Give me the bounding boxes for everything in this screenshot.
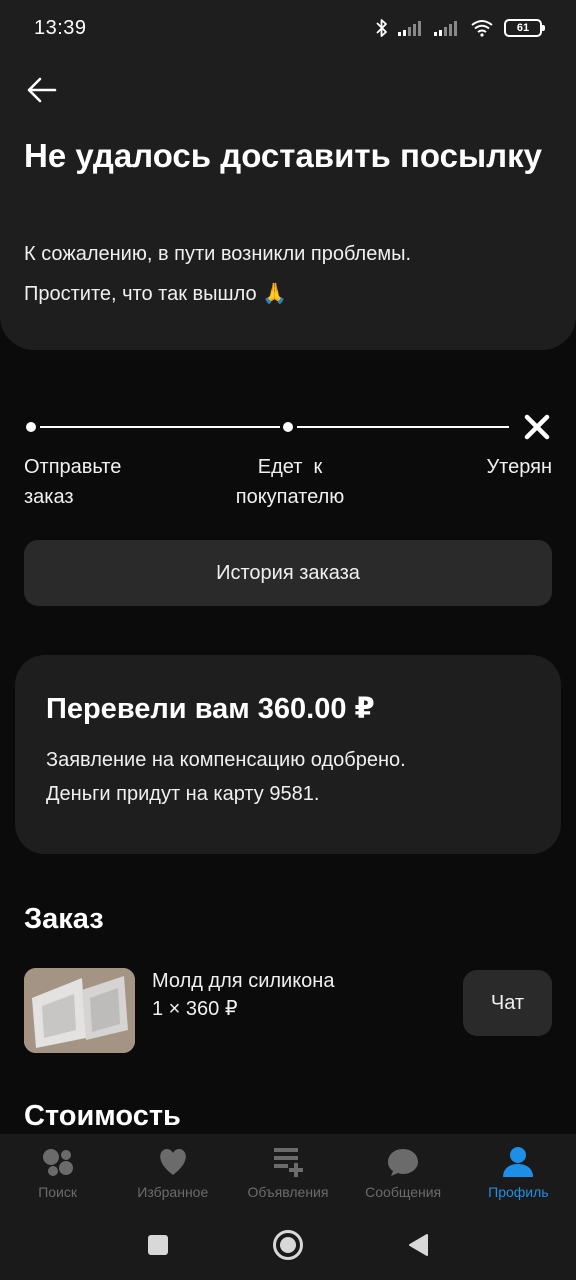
tracker-line: [297, 426, 509, 428]
order-history-button[interactable]: История заказа: [24, 540, 552, 606]
signal-icon: [398, 21, 421, 36]
arrow-left-icon: [27, 77, 57, 103]
order-section-title: Заказ: [24, 903, 104, 935]
product-image[interactable]: [24, 968, 135, 1053]
nav-item-messages[interactable]: Сообщения: [346, 1134, 461, 1210]
bottom-navigation: Поиск Избранное Объявления Сообщения Про…: [0, 1134, 576, 1210]
back-button[interactable]: [22, 72, 62, 108]
listings-icon: [273, 1148, 303, 1177]
page-title: Не удалось доставить посылку: [24, 137, 542, 174]
product-name[interactable]: Молд для силикона: [152, 970, 334, 993]
subtitle-line-2: Простите, что так вышло 🙏: [24, 283, 288, 305]
stage-label: заказ: [24, 486, 74, 508]
square-icon: [148, 1235, 168, 1255]
close-icon: [524, 414, 550, 440]
status-time: 13:39: [34, 16, 87, 39]
compensation-title: Перевели вам 360.00 ₽: [46, 693, 375, 725]
nav-item-profile[interactable]: Профиль: [461, 1134, 576, 1210]
stage-label: Утерян: [486, 456, 552, 478]
compensation-text: Заявление на компенсацию одобрено. Деньг…: [46, 743, 536, 811]
product-photo: [24, 968, 135, 1053]
heart-icon: [160, 1149, 186, 1175]
status-icons: 61: [376, 18, 545, 38]
back-triangle-icon: [409, 1234, 428, 1256]
status-bar: 13:39 61: [0, 0, 576, 56]
tracker-dot-start: [26, 422, 36, 432]
page-subtitle: К сожалению, в пути возникли проблемы. П…: [24, 234, 554, 314]
nav-item-favorites[interactable]: Избранное: [115, 1134, 230, 1210]
home-circle-icon: [273, 1230, 303, 1260]
system-navigation: [0, 1210, 576, 1280]
chat-button[interactable]: Чат: [463, 970, 552, 1036]
stage-label: покупателю: [235, 486, 345, 508]
nav-label: Сообщения: [365, 1184, 442, 1200]
cost-section-title: Стоимость: [24, 1100, 181, 1132]
nav-label: Объявления: [247, 1184, 329, 1200]
search-dots-icon: [42, 1149, 73, 1176]
delivery-tracker: [24, 412, 552, 442]
signal-icon: [434, 21, 457, 36]
tracker-stage-sent: Отправьте заказ: [24, 452, 164, 512]
nav-item-search[interactable]: Поиск: [0, 1134, 115, 1210]
tracker-line: [40, 426, 280, 428]
nav-label: Избранное: [137, 1184, 209, 1200]
bluetooth-icon: [376, 19, 387, 37]
battery-icon: 61: [504, 19, 545, 37]
recents-button[interactable]: [138, 1225, 178, 1265]
home-button[interactable]: [268, 1225, 308, 1265]
tracker-stage-in-transit: Едет к покупателю: [220, 452, 360, 512]
nav-label: Профиль: [488, 1184, 549, 1200]
tracker-stage-lost: Утерян: [452, 452, 552, 482]
nav-label: Поиск: [38, 1184, 77, 1200]
back-system-button[interactable]: [398, 1225, 438, 1265]
compensation-card: Перевели вам 360.00 ₽ Заявление на компе…: [15, 655, 561, 854]
tracker-dot-middle: [283, 422, 293, 432]
subtitle-line-1: К сожалению, в пути возникли проблемы.: [24, 243, 412, 265]
stage-label: Отправьте: [24, 456, 122, 478]
chat-bubble-icon: [388, 1149, 419, 1176]
profile-icon: [503, 1147, 534, 1177]
stage-label: Едет к: [257, 456, 323, 478]
compensation-line-1: Заявление на компенсацию одобрено.: [46, 749, 406, 771]
wifi-icon: [471, 20, 493, 37]
nav-item-listings[interactable]: Объявления: [230, 1134, 345, 1210]
compensation-line-2: Деньги придут на карту 9581.: [46, 783, 320, 805]
product-price: 1 × 360 ₽: [152, 998, 238, 1020]
